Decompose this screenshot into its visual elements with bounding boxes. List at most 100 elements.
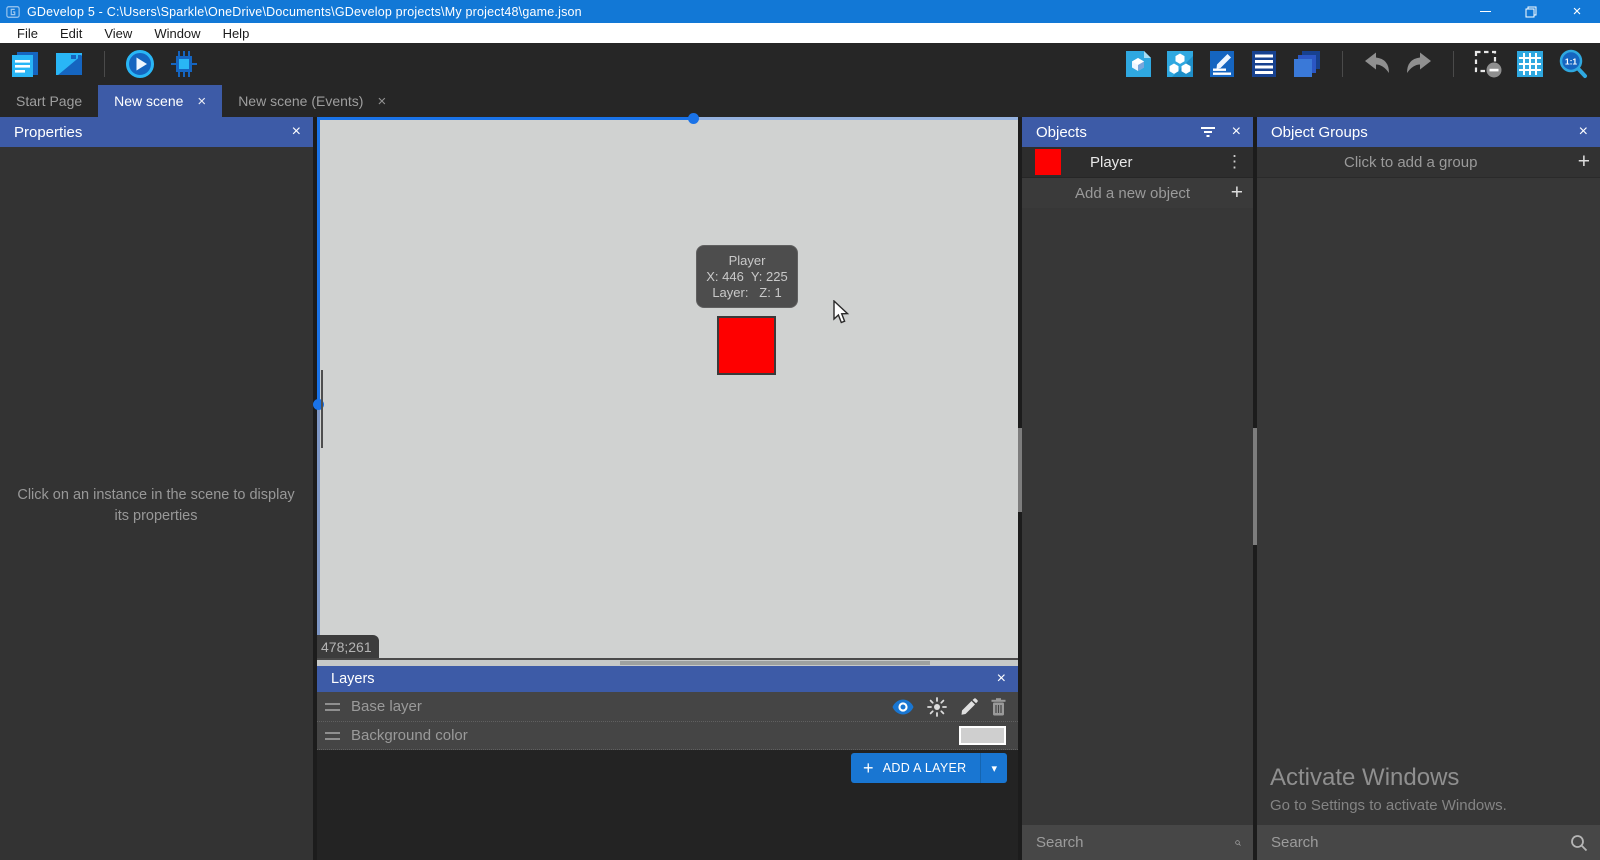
toolbar-separator (1342, 51, 1343, 77)
delete-trash-icon[interactable] (991, 698, 1006, 716)
svg-text:1:1: 1:1 (1565, 57, 1578, 67)
objects-search-input[interactable] (1036, 834, 1235, 851)
tab-close-icon[interactable]: × (377, 93, 386, 110)
window-resize-handle[interactable] (688, 113, 699, 124)
close-icon: × (1573, 4, 1582, 19)
player-instance[interactable] (717, 316, 776, 375)
close-icon[interactable]: × (1232, 123, 1241, 141)
menu-edit[interactable]: Edit (51, 23, 91, 43)
objects-panel: Objects × Player ⋮ Add a new object + (1022, 117, 1253, 860)
menu-window[interactable]: Window (145, 23, 209, 43)
grid-icon[interactable] (1514, 48, 1546, 80)
tab-close-icon[interactable]: × (197, 93, 206, 110)
objects-panel-title: Objects (1036, 124, 1087, 141)
game-window-border-top-faded (694, 117, 1018, 120)
object-groups-panel: Object Groups × Click to add a group + A… (1257, 117, 1600, 860)
search-icon (1570, 834, 1588, 852)
zoom-original-icon[interactable]: 1:1 (1556, 47, 1590, 81)
drag-handle-icon[interactable] (325, 732, 340, 740)
redo-icon[interactable] (1403, 50, 1435, 78)
gdevelop-logo-icon (6, 5, 20, 19)
main-toolbar: 1:1 (0, 43, 1600, 85)
object-groups-panel-title: Object Groups (1271, 124, 1368, 141)
properties-empty-message: Click on an instance in the scene to dis… (16, 485, 296, 527)
canvas-vertical-scrollbar[interactable] (321, 370, 323, 448)
editor-tabbar: Start Page New scene × New scene (Events… (0, 85, 1600, 117)
gdevelop-window: GDevelop 5 - C:\Users\Sparkle\OneDrive\D… (0, 0, 1600, 860)
titlebar: GDevelop 5 - C:\Users\Sparkle\OneDrive\D… (0, 0, 1600, 23)
background-color-swatch[interactable] (959, 726, 1006, 745)
properties-panel-title: Properties (14, 124, 82, 141)
close-icon[interactable]: × (1579, 123, 1588, 141)
add-group-row[interactable]: Click to add a group + (1257, 147, 1600, 178)
object-thumbnail (1035, 149, 1061, 175)
restore-icon (1525, 6, 1537, 18)
play-preview-icon[interactable] (123, 47, 157, 81)
layer-row-base[interactable]: Base layer (317, 692, 1018, 722)
add-object-row[interactable]: Add a new object + (1022, 178, 1253, 208)
object-row-player[interactable]: Player ⋮ (1022, 147, 1253, 178)
objects-panel-header: Objects × (1022, 117, 1253, 147)
undo-icon[interactable] (1361, 50, 1393, 78)
close-icon[interactable]: × (292, 123, 301, 141)
layers-panel-title: Layers (331, 671, 375, 687)
game-window-border-top (317, 117, 694, 120)
filter-icon[interactable] (1200, 126, 1216, 138)
objects-editor-icon[interactable] (1122, 48, 1154, 80)
menu-file[interactable]: File (8, 23, 47, 43)
menu-help[interactable]: Help (214, 23, 259, 43)
tab-start-page[interactable]: Start Page (0, 85, 98, 117)
tab-new-scene[interactable]: New scene × (98, 85, 222, 117)
main-content: Properties × Click on an instance in the… (0, 117, 1600, 860)
cursor-coordinates: 478;261 (317, 635, 379, 658)
effects-icon[interactable] (927, 697, 947, 717)
toolbar-separator (104, 51, 105, 77)
instances-list-icon[interactable] (1248, 48, 1280, 80)
tab-new-scene-events[interactable]: New scene (Events) × (222, 85, 402, 117)
close-icon[interactable]: × (997, 670, 1006, 688)
scene-editor-column: Player X: 446 Y: 225 Layer: Z: 1 478;261… (317, 117, 1018, 860)
minimize-button[interactable] (1462, 0, 1508, 23)
groups-searchbar (1257, 825, 1600, 860)
menu-view[interactable]: View (95, 23, 141, 43)
close-button[interactable]: × (1554, 0, 1600, 23)
toolbar-separator (1453, 51, 1454, 77)
edit-pencil-icon[interactable] (960, 698, 978, 716)
background-color-label: Background color (351, 727, 468, 744)
add-group-label: Click to add a group (1344, 154, 1477, 171)
object-name: Player (1090, 154, 1133, 171)
scene-canvas[interactable]: Player X: 446 Y: 225 Layer: Z: 1 478;261 (317, 117, 1018, 658)
scrollbar-thumb[interactable] (620, 661, 930, 665)
project-manager-icon[interactable] (8, 49, 42, 80)
preview-window-icon[interactable] (52, 49, 86, 79)
layers-panel-header: Layers × (317, 666, 1018, 692)
chevron-down-icon[interactable]: ▾ (981, 762, 1007, 775)
activate-windows-watermark: Activate Windows Go to Settings to activ… (1270, 764, 1507, 814)
layer-row-background-color[interactable]: Background color (317, 722, 1018, 750)
add-object-label: Add a new object (1075, 185, 1190, 202)
object-groups-panel-header: Object Groups × (1257, 117, 1600, 147)
menubar: File Edit View Window Help (0, 23, 1600, 43)
drag-handle-icon[interactable] (325, 703, 340, 711)
properties-panel: Properties × Click on an instance in the… (0, 117, 313, 860)
plus-icon: + (863, 759, 874, 777)
mouse-cursor (833, 300, 850, 325)
instance-tooltip: Player X: 446 Y: 225 Layer: Z: 1 (696, 245, 798, 308)
plus-icon[interactable]: + (1231, 181, 1243, 205)
kebab-menu-icon[interactable]: ⋮ (1226, 152, 1243, 172)
properties-editor-icon[interactable] (1206, 48, 1238, 80)
search-icon (1235, 834, 1241, 852)
add-layer-button[interactable]: + ADD A LAYER ▾ (851, 753, 1007, 783)
window-title: GDevelop 5 - C:\Users\Sparkle\OneDrive\D… (27, 5, 582, 19)
plus-icon[interactable]: + (1578, 150, 1590, 174)
properties-panel-header: Properties × (0, 117, 313, 147)
debug-icon[interactable] (167, 47, 201, 81)
object-groups-editor-icon[interactable] (1164, 48, 1196, 80)
objects-searchbar (1022, 825, 1253, 860)
visibility-eye-icon[interactable] (892, 699, 914, 715)
clear-selection-icon[interactable] (1472, 48, 1504, 80)
game-window-border-left (317, 117, 320, 405)
groups-search-input[interactable] (1271, 834, 1570, 851)
layers-editor-icon[interactable] (1290, 48, 1324, 80)
restore-button[interactable] (1508, 0, 1554, 23)
